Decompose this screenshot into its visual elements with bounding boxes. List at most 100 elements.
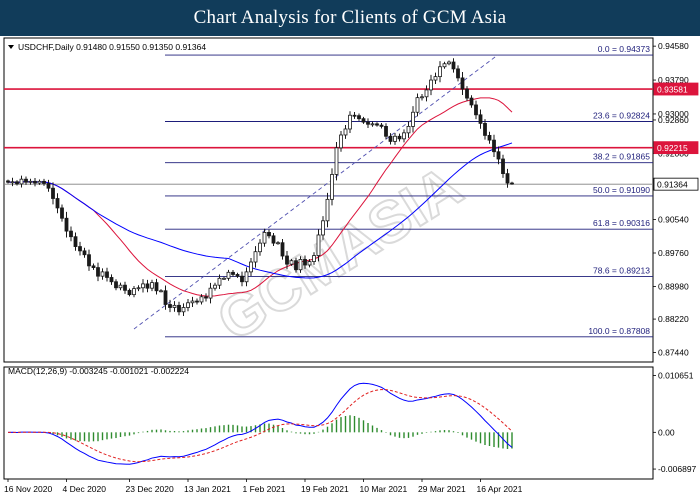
candle-body: [307, 261, 312, 266]
candle-body: [150, 282, 154, 289]
candle-body: [60, 207, 64, 219]
candle-body: [285, 255, 289, 265]
candle: [483, 119, 487, 140]
candle: [154, 278, 159, 295]
candle: [123, 281, 127, 294]
candle-body: [456, 68, 460, 79]
candle-body: [15, 181, 19, 185]
candle: [82, 247, 87, 258]
candle: [186, 299, 190, 312]
candle-body: [325, 198, 330, 222]
candle: [442, 61, 447, 69]
candle-body: [271, 235, 276, 244]
candle-body: [321, 220, 325, 236]
candle: [168, 299, 172, 313]
macd-panel-header: MACD(12,26,9) -0.003245 -0.001021 -0.002…: [8, 366, 189, 376]
fib-level-label: 61.8 = 0.90316: [593, 218, 650, 228]
candle-body: [388, 135, 393, 142]
candle: [64, 211, 69, 238]
candle: [136, 285, 141, 292]
candle-body: [87, 254, 91, 267]
candle-body: [312, 255, 316, 262]
candle-body: [33, 180, 37, 184]
candle: [145, 279, 150, 293]
candle-body: [240, 275, 244, 283]
candle: [447, 60, 451, 66]
candle-body: [298, 259, 303, 271]
candle-body: [510, 182, 514, 185]
candle-body: [163, 290, 168, 305]
candle: [73, 232, 78, 251]
y-tick-label: 0.92860: [658, 115, 689, 125]
candle-body: [82, 250, 87, 256]
candle: [177, 301, 181, 316]
candle: [469, 95, 474, 108]
candle-body: [172, 304, 177, 308]
candle-body: [244, 271, 249, 283]
candle-body: [10, 181, 15, 184]
candle-body: [483, 122, 487, 136]
candle: [100, 268, 105, 280]
candle: [438, 61, 442, 83]
candle-body: [208, 287, 213, 299]
candle-body: [109, 277, 114, 283]
candle: [109, 274, 114, 285]
candle-body: [195, 300, 199, 303]
candle: [492, 134, 496, 158]
candle-body: [100, 271, 105, 277]
candle-body: [37, 180, 42, 184]
candle-body: [460, 77, 465, 90]
candle: [330, 168, 334, 206]
candle: [510, 181, 514, 185]
candle-body: [267, 231, 271, 237]
candle-body: [348, 114, 352, 130]
y-tick-label: 0.88980: [658, 281, 689, 291]
collapse-triangle-icon[interactable]: [8, 45, 14, 49]
candle: [366, 118, 370, 128]
candle: [114, 279, 118, 291]
candle: [357, 113, 361, 121]
candle-body: [249, 261, 253, 273]
candle-body: [96, 267, 100, 277]
candle: [91, 263, 96, 270]
candle-body: [78, 246, 82, 252]
candle: [15, 180, 19, 186]
candle-body: [154, 282, 159, 292]
candle-body: [451, 61, 456, 70]
candle-body: [316, 234, 321, 256]
candle: [226, 269, 231, 281]
candle: [478, 109, 483, 129]
candle: [402, 129, 406, 143]
header-title: Chart Analysis for Clients of GCM Asia: [193, 7, 507, 28]
candle-body: [235, 274, 240, 277]
candle: [379, 122, 384, 129]
candle-body: [186, 302, 190, 308]
candle-body: [190, 300, 195, 304]
x-tick-label: 19 Feb 2021: [301, 484, 349, 494]
x-tick-label: 10 Mar 2021: [360, 484, 408, 494]
macd-y-tick-label: 0.00: [658, 427, 675, 437]
candle: [451, 58, 456, 73]
candle: [487, 131, 492, 144]
fib-level-label: 100.0 = 0.87808: [588, 326, 650, 336]
candle: [343, 125, 348, 139]
candle-body: [397, 135, 402, 140]
x-tick-label: 29 Mar 2021: [418, 484, 466, 494]
candle: [420, 93, 424, 101]
candle: [433, 72, 438, 85]
candle: [411, 106, 415, 133]
candle: [195, 298, 199, 305]
candle-body: [42, 180, 46, 184]
candle-body: [339, 134, 343, 149]
fib-level-label: 0.0 = 0.94373: [598, 44, 651, 54]
header-banner: Chart Analysis for Clients of GCM Asia: [0, 0, 700, 36]
candle-body: [370, 123, 375, 126]
candle-body: [420, 96, 424, 99]
candle-body: [352, 114, 357, 117]
fib-level-label: 23.6 = 0.92824: [593, 111, 650, 121]
fib-level-label: 78.6 = 0.89213: [593, 265, 650, 275]
candle-body: [181, 307, 186, 313]
candle: [42, 178, 46, 186]
candle-body: [141, 283, 145, 289]
candle-body: [118, 284, 123, 289]
